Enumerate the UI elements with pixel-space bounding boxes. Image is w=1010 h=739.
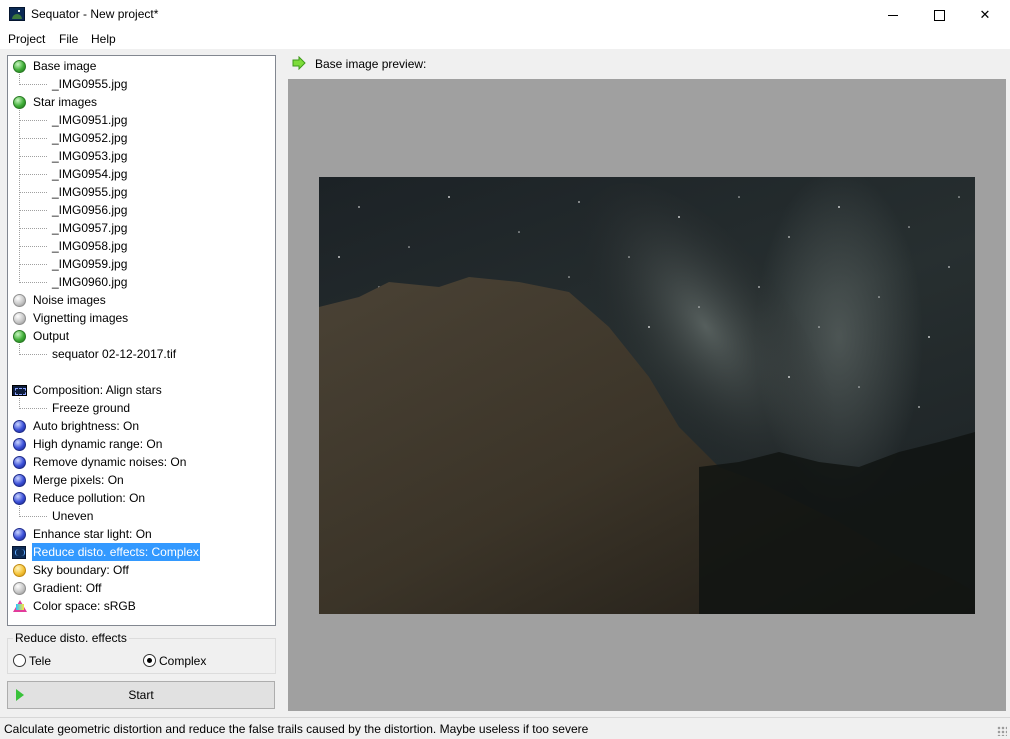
resize-grip-icon[interactable] — [997, 726, 1007, 736]
option-off-icon — [13, 582, 26, 595]
maximize-icon[interactable] — [916, 0, 962, 30]
radio-button[interactable] — [143, 654, 156, 667]
tree-connector — [19, 138, 47, 139]
status-empty-icon — [13, 312, 26, 325]
tree-connector — [19, 228, 47, 229]
tree-connector — [19, 408, 47, 409]
tree-connector — [19, 174, 47, 175]
sequator-app-icon — [9, 7, 25, 21]
tree-connector — [19, 210, 47, 211]
groupbox-title: Reduce disto. effects — [13, 631, 129, 645]
tree-connector — [19, 84, 47, 85]
tree-connector — [19, 192, 47, 193]
tree-connector — [19, 156, 47, 157]
tree-connector — [19, 110, 20, 283]
tree-connector — [19, 354, 47, 355]
status-text: Calculate geometric distortion and reduc… — [4, 722, 589, 736]
radio-button[interactable] — [13, 654, 26, 667]
project-tree[interactable]: Base image _IMG0955.jpg Star images _IMG… — [7, 55, 276, 626]
base-image-preview — [319, 177, 975, 614]
arrow-right-icon — [292, 56, 306, 70]
close-icon[interactable] — [962, 0, 1008, 30]
option-on-icon — [13, 474, 26, 487]
option-on-icon — [13, 492, 26, 505]
tree-connector — [19, 120, 47, 121]
composition-icon — [12, 385, 27, 396]
window-title: Sequator - New project* — [31, 7, 159, 21]
tree-connector — [19, 282, 47, 283]
tree-connector — [19, 516, 47, 517]
preview-title: Base image preview: — [315, 57, 427, 71]
minimize-icon[interactable] — [870, 0, 916, 30]
start-button[interactable]: Start — [7, 681, 275, 709]
tree-connector — [19, 246, 47, 247]
status-bar: Calculate geometric distortion and reduc… — [0, 717, 1010, 739]
option-on-icon — [13, 438, 26, 451]
option-on-icon — [13, 456, 26, 469]
status-ok-icon — [13, 60, 26, 73]
option-on-icon — [13, 420, 26, 433]
option-warning-icon — [13, 564, 26, 577]
status-ok-icon — [13, 96, 26, 109]
option-on-icon — [13, 528, 26, 541]
tree-connector — [19, 264, 47, 265]
status-empty-icon — [13, 294, 26, 307]
status-ok-icon — [13, 330, 26, 343]
title-bar: Sequator - New project* — [0, 0, 1010, 30]
color-space-icon — [13, 600, 27, 612]
menu-project[interactable]: Project — [8, 32, 45, 46]
distortion-icon — [12, 546, 26, 559]
menu-bar: Project File Help — [0, 30, 1010, 49]
menu-help[interactable]: Help — [91, 32, 116, 46]
menu-file[interactable]: File — [59, 32, 78, 46]
night-sky-photo — [319, 183, 975, 614]
